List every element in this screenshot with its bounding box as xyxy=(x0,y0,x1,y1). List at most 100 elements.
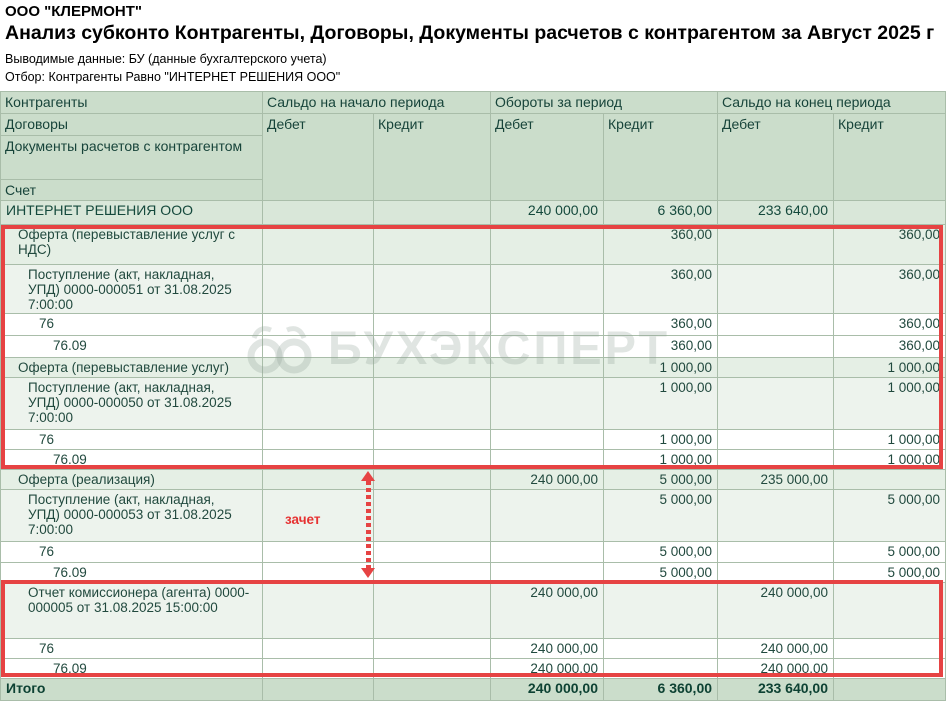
row-label[interactable]: 76 xyxy=(0,638,263,659)
cell-start-credit[interactable] xyxy=(373,469,491,490)
cell-turn-debit[interactable] xyxy=(490,377,604,430)
cell-start-debit[interactable] xyxy=(262,658,374,679)
row-label[interactable]: 76.09 xyxy=(0,658,263,679)
cell-end-credit[interactable] xyxy=(833,200,947,225)
cell-end-credit[interactable]: 5 000,00 xyxy=(833,562,947,583)
cell-end-credit[interactable]: 1 000,00 xyxy=(833,357,947,378)
row-label[interactable]: 76.09 xyxy=(0,449,263,470)
cell-end-debit[interactable]: 240 000,00 xyxy=(717,658,835,679)
cell-start-debit[interactable] xyxy=(262,638,374,659)
cell-start-credit[interactable] xyxy=(373,449,491,470)
cell-turn-credit[interactable]: 1 000,00 xyxy=(602,449,719,470)
cell-start-credit[interactable] xyxy=(373,582,491,639)
cell-turn-debit[interactable] xyxy=(490,429,604,450)
cell-turn-credit[interactable]: 360,00 xyxy=(602,264,719,314)
cell-end-credit[interactable]: 360,00 xyxy=(833,313,947,336)
cell-turn-debit[interactable] xyxy=(490,562,604,583)
cell-turn-credit[interactable]: 6 360,00 xyxy=(602,200,719,225)
cell-turn-debit[interactable] xyxy=(490,264,604,314)
cell-turn-credit[interactable]: 360,00 xyxy=(602,335,719,358)
row-label[interactable]: ИНТЕРНЕТ РЕШЕНИЯ ООО xyxy=(0,200,263,225)
cell-end-debit[interactable] xyxy=(717,357,835,378)
cell-end-credit[interactable]: 360,00 xyxy=(833,264,947,314)
cell-end-debit[interactable] xyxy=(717,377,835,430)
cell-turn-debit[interactable] xyxy=(490,449,604,470)
cell-start-debit[interactable] xyxy=(262,429,374,450)
cell-end-credit[interactable]: 360,00 xyxy=(833,335,947,358)
cell-turn-debit[interactable] xyxy=(490,489,604,542)
cell-turn-credit[interactable]: 5 000,00 xyxy=(602,469,719,490)
cell-start-debit[interactable] xyxy=(262,335,374,358)
cell-end-debit[interactable] xyxy=(717,224,835,265)
cell-start-credit[interactable] xyxy=(373,562,491,583)
cell-turn-debit[interactable] xyxy=(490,541,604,563)
cell-start-debit[interactable] xyxy=(262,562,374,583)
cell-start-debit[interactable] xyxy=(262,582,374,639)
cell-end-debit[interactable]: 233 640,00 xyxy=(717,200,835,225)
cell-end-credit[interactable]: 360,00 xyxy=(833,224,947,265)
cell-end-debit[interactable] xyxy=(717,489,835,542)
row-label[interactable]: 76 xyxy=(0,541,263,563)
row-label[interactable]: Поступление (акт, накладная, УПД) 0000-0… xyxy=(0,489,263,542)
cell-end-debit[interactable] xyxy=(717,562,835,583)
cell-turn-credit[interactable]: 5 000,00 xyxy=(602,489,719,542)
cell-start-credit[interactable] xyxy=(373,264,491,314)
cell-turn-debit[interactable]: 240 000,00 xyxy=(490,638,604,659)
cell-end-credit[interactable]: 5 000,00 xyxy=(833,489,947,542)
cell-end-credit[interactable]: 1 000,00 xyxy=(833,377,947,430)
cell-turn-credit[interactable]: 5 000,00 xyxy=(602,541,719,563)
row-label[interactable]: 76.09 xyxy=(0,335,263,358)
cell-end-debit[interactable]: 240 000,00 xyxy=(717,582,835,639)
cell-start-debit[interactable] xyxy=(262,224,374,265)
cell-start-credit[interactable] xyxy=(373,377,491,430)
cell-end-credit[interactable] xyxy=(833,469,947,490)
cell-end-credit[interactable]: 1 000,00 xyxy=(833,449,947,470)
cell-turn-debit[interactable] xyxy=(490,335,604,358)
cell-turn-debit[interactable] xyxy=(490,313,604,336)
cell-turn-credit[interactable] xyxy=(602,582,719,639)
cell-end-credit[interactable] xyxy=(833,582,947,639)
cell-start-credit[interactable] xyxy=(373,224,491,265)
row-label[interactable]: 76.09 xyxy=(0,562,263,583)
row-label[interactable]: Поступление (акт, накладная, УПД) 0000-0… xyxy=(0,377,263,430)
cell-start-credit[interactable] xyxy=(373,638,491,659)
cell-start-credit[interactable] xyxy=(373,313,491,336)
cell-start-credit[interactable] xyxy=(373,541,491,563)
cell-end-debit[interactable] xyxy=(717,335,835,358)
row-label[interactable]: Поступление (акт, накладная, УПД) 0000-0… xyxy=(0,264,263,314)
cell-turn-credit[interactable] xyxy=(602,638,719,659)
cell-turn-credit[interactable]: 360,00 xyxy=(602,224,719,265)
cell-start-debit[interactable] xyxy=(262,449,374,470)
cell-start-debit[interactable] xyxy=(262,264,374,314)
cell-end-credit[interactable] xyxy=(833,658,947,679)
cell-turn-debit[interactable] xyxy=(490,357,604,378)
cell-end-debit[interactable] xyxy=(717,541,835,563)
cell-end-debit[interactable] xyxy=(717,449,835,470)
cell-end-debit[interactable] xyxy=(717,429,835,450)
cell-turn-credit[interactable]: 1 000,00 xyxy=(602,377,719,430)
cell-end-credit[interactable]: 5 000,00 xyxy=(833,541,947,563)
row-label[interactable]: 76 xyxy=(0,429,263,450)
cell-end-credit[interactable] xyxy=(833,638,947,659)
cell-start-debit[interactable] xyxy=(262,357,374,378)
cell-start-debit[interactable] xyxy=(262,200,374,225)
cell-turn-credit[interactable]: 1 000,00 xyxy=(602,357,719,378)
cell-start-debit[interactable] xyxy=(262,313,374,336)
cell-start-credit[interactable] xyxy=(373,357,491,378)
cell-turn-debit[interactable]: 240 000,00 xyxy=(490,200,604,225)
cell-start-debit[interactable] xyxy=(262,469,374,490)
row-label[interactable]: Оферта (перевыставление услуг с НДС) xyxy=(0,224,263,265)
row-label[interactable]: Оферта (перевыставление услуг) xyxy=(0,357,263,378)
cell-turn-credit[interactable]: 5 000,00 xyxy=(602,562,719,583)
cell-turn-credit[interactable]: 1 000,00 xyxy=(602,429,719,450)
cell-start-debit[interactable] xyxy=(262,489,374,542)
cell-end-debit[interactable] xyxy=(717,313,835,336)
cell-start-credit[interactable] xyxy=(373,658,491,679)
cell-start-debit[interactable] xyxy=(262,377,374,430)
row-label[interactable]: 76 xyxy=(0,313,263,336)
cell-start-credit[interactable] xyxy=(373,335,491,358)
cell-turn-debit[interactable]: 240 000,00 xyxy=(490,658,604,679)
cell-start-debit[interactable] xyxy=(262,541,374,563)
row-label[interactable]: Отчет комиссионера (агента) 0000-000005 … xyxy=(0,582,263,639)
cell-turn-credit[interactable] xyxy=(602,658,719,679)
